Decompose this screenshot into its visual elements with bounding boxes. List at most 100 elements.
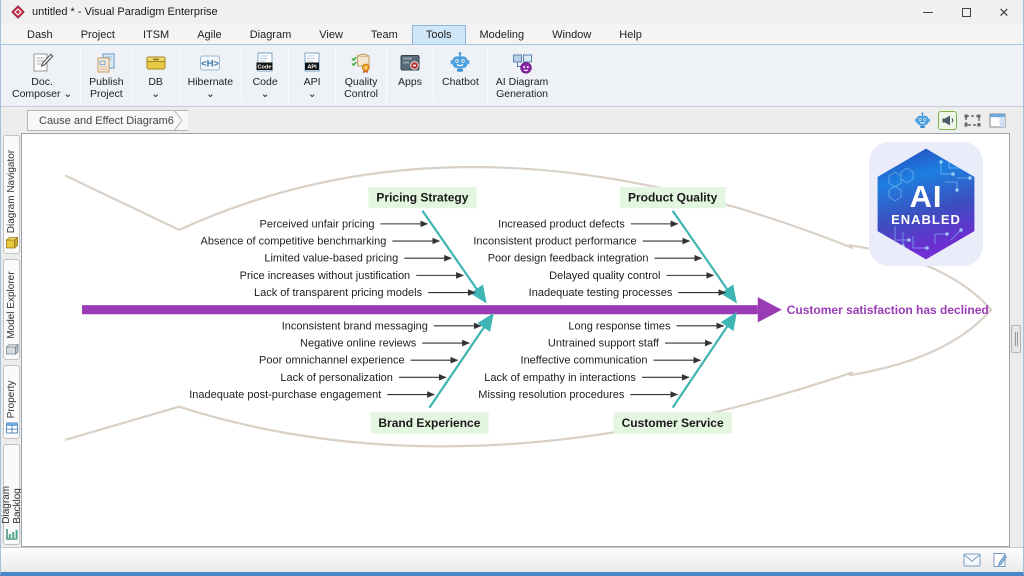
menu-item-project[interactable]: Project — [67, 25, 129, 44]
fishbone-cause-label[interactable]: Price increases without justification — [240, 270, 411, 282]
announcement-icon[interactable] — [938, 111, 957, 130]
menu-item-agile[interactable]: Agile — [183, 25, 235, 44]
minimize-button[interactable] — [909, 0, 947, 24]
menu-item-modeling[interactable]: Modeling — [466, 25, 539, 44]
toolbar-button-api[interactable]: APIAPI⌄ — [290, 47, 334, 104]
menu-item-window[interactable]: Window — [538, 25, 605, 44]
fishbone-cause-label[interactable]: Poor omnichannel experience — [259, 355, 405, 367]
toolbar-button-label: Code — [253, 76, 278, 88]
diagram-tabbar: Cause and Effect Diagram6 — [1, 107, 1023, 133]
toolbar-button-label: Chatbot — [442, 76, 479, 88]
sidebar-tab-diagram-backlog[interactable]: Diagram Backlog — [3, 444, 20, 545]
menu-item-dash[interactable]: Dash — [13, 25, 67, 44]
toolbar-button-label: Hibernate — [188, 76, 234, 88]
maximize-button[interactable] — [947, 0, 985, 24]
toolbar-button-label: ⌄ — [206, 88, 215, 100]
toolbar-separator — [80, 48, 81, 103]
toolbar-separator — [288, 48, 289, 103]
fishbone-category-label[interactable]: Product Quality — [628, 191, 718, 205]
fishbone-cause-label[interactable]: Ineffective communication — [521, 355, 648, 367]
toolbar-button-doc-composer[interactable]: Doc.Composer ⌄ — [5, 47, 79, 104]
fishbone-bone[interactable] — [422, 211, 485, 302]
tab-arrow-shape — [174, 110, 189, 131]
edit-icon[interactable] — [991, 552, 1009, 568]
fishbone-cause-label[interactable]: Inadequate testing processes — [529, 287, 673, 299]
menubar: DashProjectITSMAgileDiagramViewTeamTools… — [1, 24, 1023, 45]
fishbone-cause-label[interactable]: Poor design feedback integration — [488, 253, 649, 265]
quality-control-icon — [348, 50, 374, 76]
toolbar-button-label: Doc. — [31, 76, 53, 88]
ai-diagram-generation-icon — [509, 50, 535, 76]
fishbone-cause-label[interactable]: Absence of competitive benchmarking — [201, 236, 387, 248]
fishbone-category-label[interactable]: Pricing Strategy — [376, 191, 468, 205]
circuit-decoration-icon — [875, 148, 978, 261]
toolbar-button-quality-control[interactable]: QualityControl — [337, 47, 385, 104]
toolbar-separator — [433, 48, 434, 103]
fishbone-cause-label[interactable]: Delayed quality control — [549, 270, 660, 282]
fishbone-bone[interactable] — [673, 211, 736, 302]
svg-text:Code: Code — [258, 64, 272, 70]
sidebar-tab-label: Diagram Backlog — [1, 449, 23, 524]
fishbone-cause-label[interactable]: Inconsistent brand messaging — [282, 320, 428, 332]
doc-composer-icon — [29, 50, 55, 76]
diagram-backlog-icon — [5, 527, 19, 541]
toolbar-button-chatbot[interactable]: Chatbot — [435, 47, 486, 104]
fishbone-cause-label[interactable]: Lack of empathy in interactions — [484, 372, 636, 384]
fishbone-cause-label[interactable]: Inconsistent product performance — [473, 236, 636, 248]
chatbot-icon[interactable] — [913, 111, 932, 130]
mail-icon[interactable] — [963, 552, 981, 568]
fishbone-cause-label[interactable]: Long response times — [568, 320, 671, 332]
close-button[interactable]: ✕ — [985, 0, 1023, 24]
ai-enabled-hexagon: AI ENABLED — [875, 148, 978, 261]
toolbar-button-label: Control — [344, 88, 378, 100]
menu-item-view[interactable]: View — [305, 25, 357, 44]
sidebar-tab-model-explorer[interactable]: Model Explorer — [3, 259, 20, 360]
fishbone-cause-label[interactable]: Perceived unfair pricing — [260, 218, 375, 230]
toolbar-button-hibernate[interactable]: <H> Hibernate⌄ — [181, 47, 241, 104]
menu-item-diagram[interactable]: Diagram — [236, 25, 306, 44]
left-sidebar-rail: Diagram Navigator Model Explorer Property D… — [1, 133, 21, 547]
svg-text:<H>: <H> — [201, 59, 219, 70]
sidebar-tab-property[interactable]: Property — [3, 365, 20, 439]
fishbone-spine[interactable] — [82, 305, 758, 314]
show-panel-icon[interactable] — [988, 111, 1007, 130]
toolbar-button-label: DB — [148, 76, 163, 88]
toolbar-button-label: ⌄ — [308, 88, 317, 100]
fishbone-cause-label[interactable]: Lack of transparent pricing models — [254, 287, 423, 299]
toolbar-button-code[interactable]: CodeCode⌄ — [243, 47, 287, 104]
toolbar-button-db[interactable]: DB⌄ — [134, 47, 178, 104]
main-area: Diagram Navigator Model Explorer Property D… — [1, 133, 1023, 547]
menu-item-help[interactable]: Help — [605, 25, 656, 44]
menu-item-itsm[interactable]: ITSM — [129, 25, 183, 44]
toolbar-button-apps[interactable]: Apps — [388, 47, 432, 104]
fishbone-cause-label[interactable]: Increased product defects — [498, 218, 625, 230]
diagram-canvas[interactable]: Customer satisfaction has declined Percei… — [21, 133, 1010, 547]
toolbar-button-label: Quality — [345, 76, 378, 88]
menu-item-team[interactable]: Team — [357, 25, 412, 44]
panel-collapse-handle[interactable] — [1011, 325, 1021, 353]
menu-item-tools[interactable]: Tools — [412, 25, 466, 44]
fishbone-cause-label[interactable]: Negative online reviews — [300, 338, 417, 350]
toolbar-button-label: ⌄ — [261, 88, 270, 100]
fishbone-cause-label[interactable]: Untrained support staff — [548, 338, 660, 350]
fishbone-root: Customer satisfaction has declined Percei… — [65, 167, 991, 446]
fishbone-effect-label[interactable]: Customer satisfaction has declined — [787, 303, 989, 317]
fishbone-cause-label[interactable]: Missing resolution procedures — [478, 389, 625, 401]
fishbone-cause-label[interactable]: Limited value-based pricing — [264, 253, 398, 265]
toolbar-button-publish-project[interactable]: PublishProject — [82, 47, 130, 104]
sidebar-tab-diagram-navigator[interactable]: Diagram Navigator — [3, 135, 20, 254]
toolbar: Doc.Composer ⌄PublishProjectDB⌄<H>Hibern… — [1, 45, 1023, 107]
diagram-tab[interactable]: Cause and Effect Diagram6 — [27, 110, 188, 131]
window-title: untitled * - Visual Paradigm Enterprise — [32, 6, 909, 18]
diagram-navigator-icon — [5, 236, 19, 250]
db-icon — [143, 50, 169, 76]
fishbone-cause-label[interactable]: Lack of personalization — [280, 372, 393, 384]
code-icon: Code — [252, 50, 278, 76]
svg-text:API: API — [307, 64, 317, 70]
apps-icon — [397, 50, 423, 76]
fishbone-cause-label[interactable]: Inadequate post-purchase engagement — [189, 389, 381, 401]
fishbone-category-label[interactable]: Customer Service — [622, 416, 724, 430]
fishbone-category-label[interactable]: Brand Experience — [378, 416, 480, 430]
toolbar-button-ai-diagram-generation[interactable]: AI DiagramGeneration — [489, 47, 556, 104]
fit-to-window-icon[interactable] — [963, 111, 982, 130]
